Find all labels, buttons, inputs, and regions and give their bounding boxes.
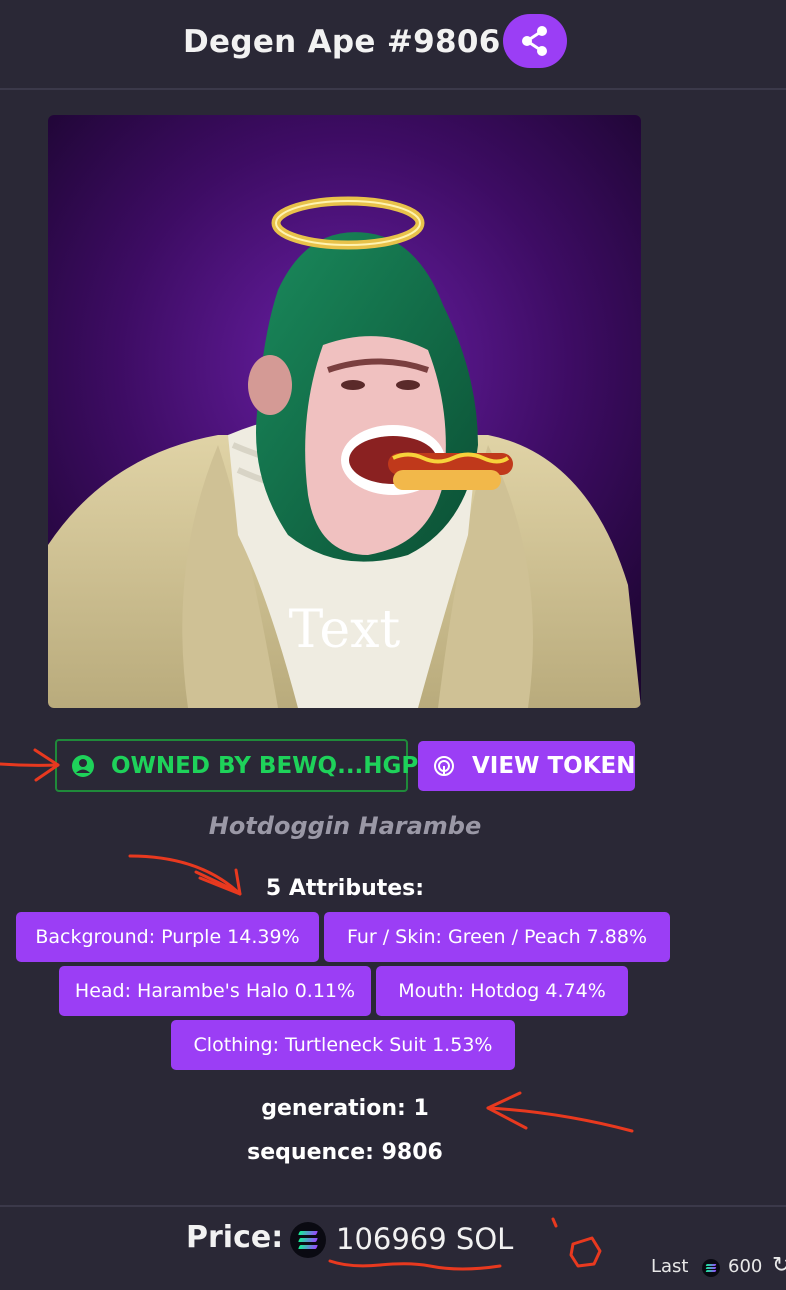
view-token-label: VIEW TOKEN: [472, 753, 636, 779]
page-title: Degen Ape #9806: [183, 24, 501, 60]
price-label: Price:: [186, 1220, 284, 1255]
price-value: 106969 SOL: [336, 1222, 514, 1256]
annotation-hexagon: [569, 1236, 602, 1268]
owned-by-label: OWNED BY BEWQ...HGPF: [111, 752, 434, 779]
sequence-text: sequence: 9806: [247, 1140, 443, 1165]
fingerprint-icon: [434, 756, 454, 776]
attributes-heading: 5 Attributes:: [265, 876, 425, 901]
last-price-value: 600: [728, 1256, 763, 1277]
attribute-chip[interactable]: Background: Purple 14.39%: [16, 912, 319, 962]
attribute-chip[interactable]: Fur / Skin: Green / Peach 7.88%: [324, 912, 670, 962]
refresh-icon[interactable]: ↻: [772, 1253, 786, 1278]
share-icon: [522, 26, 547, 56]
page-header: Degen Ape #9806: [0, 0, 786, 90]
solana-icon: [290, 1222, 326, 1258]
generation-text: generation: 1: [261, 1096, 429, 1121]
solana-icon-small: [702, 1259, 720, 1277]
attribute-chip[interactable]: Head: Harambe's Halo 0.11%: [59, 966, 371, 1016]
annotation-underline-price: [328, 1259, 502, 1271]
annotation-arrow-owned: [0, 762, 60, 767]
image-overlay-text: Text: [288, 600, 401, 660]
owned-by-button[interactable]: OWNED BY BEWQ...HGPF: [55, 739, 434, 792]
last-price-label: Last: [651, 1256, 689, 1277]
share-button[interactable]: [503, 14, 567, 68]
nft-name: Hotdoggin Harambe: [208, 812, 482, 840]
user-icon: [72, 754, 94, 777]
attribute-chip[interactable]: Clothing: Turtleneck Suit 1.53%: [171, 1020, 515, 1070]
nft-image[interactable]: Text: [48, 115, 641, 708]
view-token-button[interactable]: VIEW TOKEN: [418, 741, 635, 791]
attribute-chip[interactable]: Mouth: Hotdog 4.74%: [376, 966, 628, 1016]
footer-divider: [0, 1205, 786, 1207]
